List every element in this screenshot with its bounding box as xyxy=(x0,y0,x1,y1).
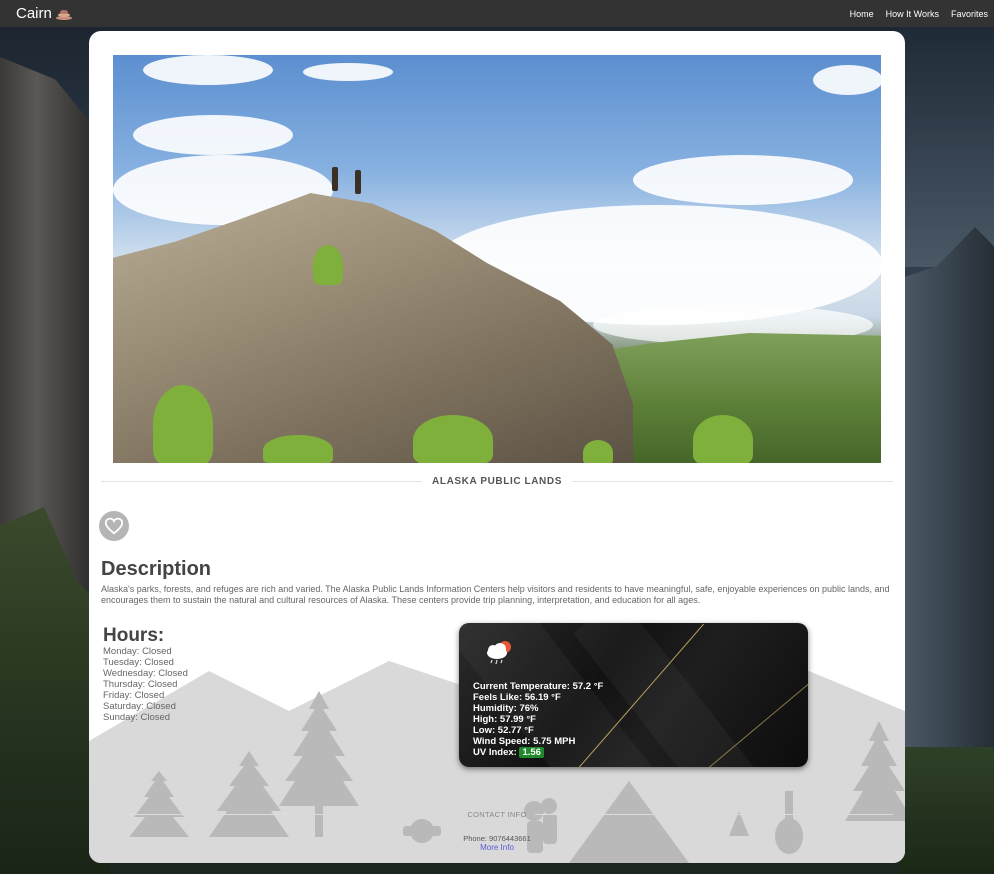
nav-links: Home How It Works Favorites xyxy=(850,9,988,19)
description-heading: Description xyxy=(101,558,212,580)
place-title: ALASKA PUBLIC LANDS xyxy=(432,475,562,487)
hours-sunday: Sunday: Closed xyxy=(103,712,171,723)
brand-name: Cairn xyxy=(16,5,52,22)
nav-favorites-link[interactable]: Favorites xyxy=(951,9,988,19)
feels-like: Feels Like: 56.19 °F xyxy=(473,692,561,703)
description-text: Alaska's parks, forests, and refuges are… xyxy=(101,584,890,605)
navbar: Cairn Home How It Works Favorites xyxy=(0,0,994,27)
place-title-row: ALASKA PUBLIC LANDS xyxy=(101,471,894,491)
hours-tuesday: Tuesday: Closed xyxy=(103,657,174,668)
place-card: ALASKA PUBLIC LANDS Description Alaska's… xyxy=(89,31,905,863)
more-info-link[interactable]: More Info xyxy=(89,843,905,852)
uv-index-row: UV Index: 1.56 xyxy=(473,747,603,758)
uv-index-badge: 1.56 xyxy=(519,747,544,758)
wind-speed: Wind Speed: 5.75 MPH xyxy=(473,736,576,747)
contact-phone: Phone: 9076443661 xyxy=(463,834,531,843)
hours-monday: Monday: Closed xyxy=(103,646,172,657)
hours-wednesday: Wednesday: Closed xyxy=(103,668,188,679)
humidity: Humidity: 76% xyxy=(473,703,539,714)
cairn-logo-icon xyxy=(55,8,72,20)
contact-info-row: CONTACT INFO xyxy=(101,807,893,821)
temperature-high: High: 57.99 °F xyxy=(473,714,536,725)
hours-heading: Hours: xyxy=(103,625,165,646)
current-temperature: Current Temperature: 57.2 °F xyxy=(473,681,604,692)
hours-saturday: Saturday: Closed xyxy=(103,701,176,712)
brand-link[interactable]: Cairn xyxy=(16,5,72,22)
hours-list: Monday: Closed Tuesday: Closed Wednesday… xyxy=(103,646,188,723)
temperature-low: Low: 52.77 °F xyxy=(473,725,534,736)
nav-how-it-works-link[interactable]: How It Works xyxy=(886,9,939,19)
rain-cloud-sun-icon xyxy=(487,641,511,665)
hours-friday: Friday: Closed xyxy=(103,690,165,701)
heart-icon xyxy=(104,517,124,535)
hero-image xyxy=(113,55,881,463)
contact-info-heading: CONTACT INFO xyxy=(467,809,527,819)
nav-home-link[interactable]: Home xyxy=(850,9,874,19)
uv-index-label: UV Index: xyxy=(473,747,517,758)
hours-thursday: Thursday: Closed xyxy=(103,679,178,690)
weather-readings: Current Temperature: 57.2 °F Feels Like:… xyxy=(473,681,603,758)
weather-widget: Current Temperature: 57.2 °F Feels Like:… xyxy=(459,623,808,767)
favorite-button[interactable] xyxy=(99,511,129,541)
